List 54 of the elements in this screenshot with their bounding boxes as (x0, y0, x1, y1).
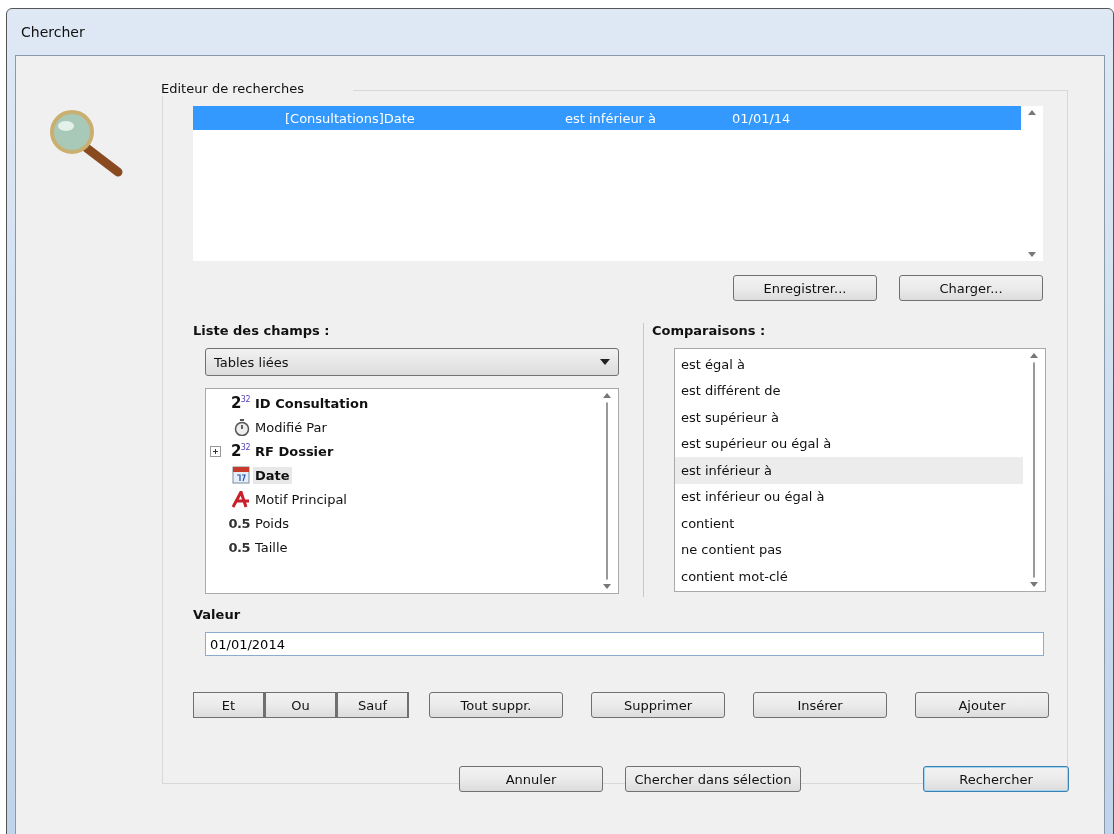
dialog-button[interactable]: Annuler (459, 766, 603, 792)
comparison-item[interactable]: contient mot-clé (675, 563, 1023, 590)
action-button[interactable]: Ajouter (915, 692, 1049, 718)
fields-label: Liste des champs : (193, 323, 330, 338)
window-title: Chercher (21, 24, 85, 40)
integer-type-label: 2$^{32}$ (230, 394, 250, 412)
comparison-item[interactable]: est supérieur ou égal à (675, 430, 1023, 457)
field-item[interactable]: RF Dossier (253, 442, 336, 460)
comparison-item[interactable]: est égal à (675, 351, 1023, 378)
dropdown-arrow-icon (600, 359, 610, 365)
editor-button[interactable]: Charger... (899, 275, 1043, 301)
calendar-icon (232, 466, 250, 484)
comparisons-label: Comparaisons : (652, 323, 766, 338)
field-item[interactable]: ID Consultation (253, 394, 371, 412)
criteria-value: 01/01/14 (732, 110, 791, 126)
comparisons-list[interactable]: est égal à est différent de est supérieur à est supérieur ou égal à est inférieur à est inférieur ou égal à contient ne contient pas contient mot-clé (674, 348, 1046, 592)
action-button[interactable]: Insérer (753, 692, 887, 718)
field-item[interactable]: Modifié Par (253, 418, 329, 436)
editor-button[interactable]: Enregistrer... (733, 275, 877, 301)
stopwatch-icon (234, 418, 250, 436)
action-button[interactable]: Tout suppr. (429, 692, 563, 718)
fields-list[interactable]: 2$^{32}$ ID Consultation Modifié Par 2$^{32}$ RF Dossier Date Motif Principal 0.5 Poids 0.5 Taille (205, 388, 619, 594)
scroll-up-icon[interactable] (1028, 110, 1036, 115)
field-item[interactable]: Date (253, 466, 292, 484)
comparison-item[interactable]: est inférieur ou égal à (675, 483, 1023, 510)
field-item[interactable]: Poids (253, 514, 291, 532)
value-field[interactable]: 01/01/2014 (205, 632, 1044, 656)
criteria-operator: est inférieur à (565, 110, 658, 126)
field-item[interactable]: Motif Principal (253, 490, 349, 508)
decimal-type-label: 0.5 (228, 539, 250, 555)
action-button[interactable]: Supprimer (591, 692, 725, 718)
criteria-field: [Consultations]Date (285, 110, 565, 126)
logic-button[interactable]: Et (193, 692, 265, 718)
dialog-button[interactable]: Rechercher (923, 766, 1069, 792)
dialog-button[interactable]: Chercher dans sélection (625, 766, 801, 792)
expand-toggle-icon[interactable] (210, 445, 221, 457)
scroll-up-icon[interactable] (1030, 353, 1038, 358)
logic-button[interactable]: Sauf (337, 692, 409, 718)
integer-type-label: 2$^{32}$ (230, 442, 250, 460)
comparison-item[interactable]: est inférieur à (675, 457, 1023, 484)
comparison-item[interactable]: est différent de (675, 377, 1023, 404)
scroll-up-icon[interactable] (603, 393, 611, 398)
scroll-down-icon[interactable] (603, 584, 611, 589)
value-label: Valeur (193, 607, 241, 622)
scroll-down-icon[interactable] (1028, 252, 1036, 257)
comparison-item[interactable]: contient (675, 510, 1023, 537)
table-dropdown[interactable]: Tables liées (205, 348, 619, 376)
logic-button[interactable]: Ou (265, 692, 337, 718)
comparison-item[interactable]: est supérieur à (675, 404, 1023, 431)
field-item[interactable]: Taille (253, 538, 290, 556)
letter-a-icon (232, 490, 250, 508)
scroll-down-icon[interactable] (1030, 582, 1038, 587)
comparison-item[interactable]: ne contient pas (675, 536, 1023, 563)
decimal-type-label: 0.5 (228, 515, 250, 531)
